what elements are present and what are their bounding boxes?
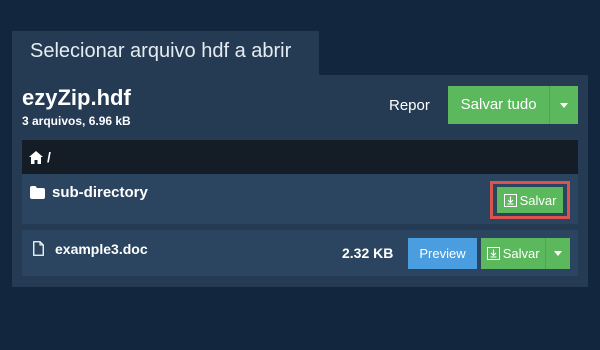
file-row[interactable]: example3.doc 2.32 KB Preview Salvar	[22, 230, 578, 276]
save-all-button[interactable]: Salvar tudo	[448, 86, 551, 124]
file-save-dropdown-toggle[interactable]	[546, 238, 570, 269]
archive-panel: ezyZip.hdf 3 arquivos, 6.96 kB Repor Sal…	[12, 75, 588, 287]
caret-down-icon	[554, 251, 563, 256]
download-icon	[503, 193, 517, 207]
caret-down-icon	[560, 102, 569, 108]
directory-name[interactable]: sub-directory	[52, 184, 148, 201]
highlight-outline: Salvar	[490, 181, 570, 219]
save-all-dropdown-toggle[interactable]	[550, 86, 578, 124]
breadcrumb-path: /	[47, 149, 51, 165]
file-save-group: Salvar	[481, 238, 570, 269]
reset-button[interactable]: Repor	[377, 91, 442, 121]
breadcrumb: /	[22, 140, 578, 174]
save-all-group: Salvar tudo	[448, 86, 578, 124]
file-size: 2.32 KB	[342, 245, 394, 261]
file-save-button[interactable]: Salvar	[481, 238, 547, 269]
directory-save-button[interactable]: Salvar	[497, 187, 563, 213]
preview-button[interactable]: Preview	[408, 238, 477, 269]
folder-icon	[30, 186, 45, 199]
dialog-title: Selecionar arquivo hdf a abrir	[12, 31, 319, 75]
archive-summary: 3 arquivos, 6.96 kB	[22, 114, 131, 128]
home-icon[interactable]	[29, 150, 43, 164]
directory-save-label: Salvar	[519, 192, 557, 208]
download-icon	[486, 247, 500, 260]
file-name[interactable]: example3.doc	[55, 241, 148, 257]
directory-row[interactable]: sub-directory Salvar	[22, 174, 578, 224]
file-icon	[33, 241, 44, 256]
file-save-label: Salvar	[502, 246, 540, 261]
archive-name: ezyZip.hdf	[22, 85, 131, 110]
